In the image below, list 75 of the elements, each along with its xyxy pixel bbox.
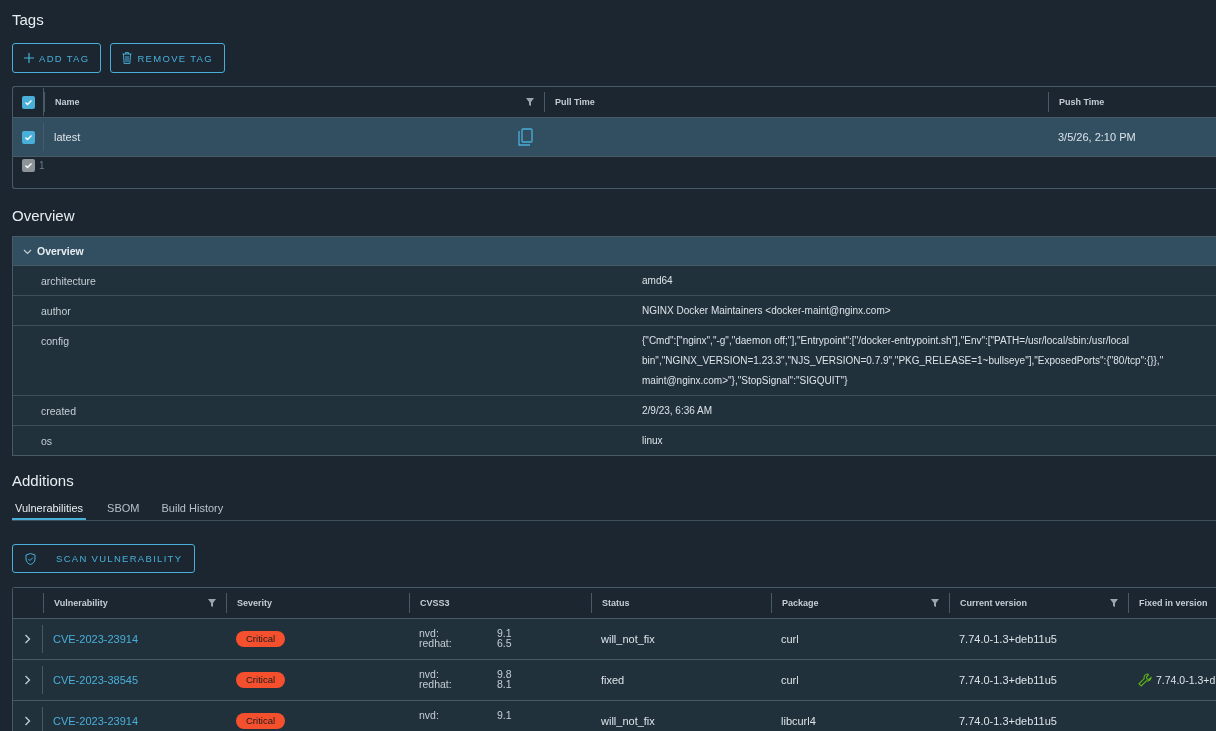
column-header: CVSS3 (420, 598, 450, 608)
column-header: Fixed in version (1139, 598, 1208, 608)
vulnerability-link[interactable]: CVE-2023-23914 (53, 715, 138, 727)
tab[interactable]: Build History (150, 497, 235, 520)
table-cell-text: curl (780, 674, 800, 686)
panel-header[interactable]: Overview (13, 237, 1216, 266)
expand-icon[interactable] (24, 675, 31, 685)
row-checkbox[interactable] (21, 130, 35, 144)
severity-badge: Critical (236, 713, 286, 729)
column-header: Vulnerability (54, 598, 108, 608)
score-source: redhat: (419, 638, 453, 648)
vulnerability-link[interactable]: CVE-2023-23914 (53, 633, 138, 645)
property-name: architecture (40, 274, 97, 288)
property-name: author (40, 304, 72, 318)
column-header: Name (55, 97, 80, 107)
column-header: Push Time (1059, 97, 1105, 107)
remove-tag-button[interactable]: REMOVE TAG (110, 43, 225, 73)
expand-icon[interactable] (24, 634, 31, 644)
severity-badge: Critical (236, 631, 286, 647)
copy-icon[interactable] (518, 128, 534, 146)
table-cell-text: will_not_fix (600, 715, 656, 727)
scan-vulnerability-button[interactable]: SCAN VULNERABILITY (12, 544, 196, 573)
table-cell-text: latest (53, 131, 82, 143)
score-source: nvd: (419, 669, 440, 679)
score-source: redhat: (419, 679, 453, 689)
column-header: Status (602, 598, 630, 608)
score-value: 6.5 (497, 638, 513, 648)
score-value: 9.1 (497, 628, 513, 638)
table-cell-text: 3/5/26, 2:10 PM (1057, 131, 1137, 143)
score-source: nvd: (419, 710, 440, 720)
property-value: 2/9/23, 6:36 AM (642, 404, 714, 418)
table-cell: 7.74.0-1.3+d (1156, 674, 1216, 686)
table-cell-text: will_not_fix (600, 633, 656, 645)
property-name: config (40, 334, 71, 349)
filter-icon[interactable] (1110, 599, 1118, 607)
section-title: Tags (12, 10, 45, 29)
shield-icon (25, 552, 36, 565)
trash-icon (122, 52, 133, 64)
property-value: {"Cmd":["nginx","-g","daemon off;"],"Entrypoint":["/docker-entrypoint.sh"],"Env":["PATH=/usr/local/sbin:/usr/local bin","NGINX_VERSION=1.23.3","NJS_VERSION=0.7.9","PKG_RELEASE=1~bullseye"],"ExposedPorts":{"80/tcp":{}}," maint@nginx.com>"},"StopSignal":"SIGQUIT"} (642, 334, 1165, 388)
column-header: Current version (960, 598, 1028, 608)
filter-icon[interactable] (526, 98, 534, 106)
property-name: os (40, 434, 54, 448)
vulnerability-link[interactable]: CVE-2023-38545 (53, 674, 138, 686)
section-title: Additions (12, 471, 75, 490)
plus-icon (24, 53, 34, 63)
select-all-checkbox[interactable] (21, 95, 35, 109)
selected-count-icon (22, 159, 35, 172)
score-value: 9.1 (497, 710, 513, 720)
table-cell-text: 7.74.0-1.3+deb11u5 (958, 633, 1058, 645)
column-header: Pull Time (555, 97, 595, 107)
property-value: NGINX Docker Maintainers <docker-maint@nginx.com> (642, 304, 892, 318)
add-tag-button[interactable]: ADD TAG (12, 43, 102, 73)
wrench-icon (1138, 673, 1152, 687)
property-value: linux (642, 434, 664, 448)
section-title: Overview (12, 206, 76, 225)
table-row[interactable]: latest 3/5/26, 2:10 PM (13, 118, 1216, 157)
tab[interactable]: SBOM (96, 497, 151, 520)
filter-icon[interactable] (208, 599, 216, 607)
score-source: nvd: (419, 628, 440, 638)
column-header: Package (782, 598, 819, 608)
severity-badge: Critical (236, 672, 286, 688)
score-value: 9.8 (497, 669, 513, 679)
filter-icon[interactable] (931, 599, 939, 607)
table-cell-text: 7.74.0-1.3+deb11u5 (958, 674, 1058, 686)
expand-icon[interactable] (24, 716, 31, 726)
table-cell-text: curl (780, 633, 800, 645)
table-cell-text: libcurl4 (780, 715, 817, 727)
property-value: amd64 (642, 274, 674, 288)
property-name: created (40, 404, 78, 418)
table-cell-text: 7.74.0-1.3+deb11u5 (958, 715, 1058, 727)
score-value: 8.1 (497, 679, 513, 689)
table-cell-text: fixed (600, 674, 626, 686)
tab[interactable]: Vulnerabilities (12, 497, 87, 520)
column-header: Severity (237, 598, 273, 608)
selected-count: 1 (39, 159, 45, 173)
